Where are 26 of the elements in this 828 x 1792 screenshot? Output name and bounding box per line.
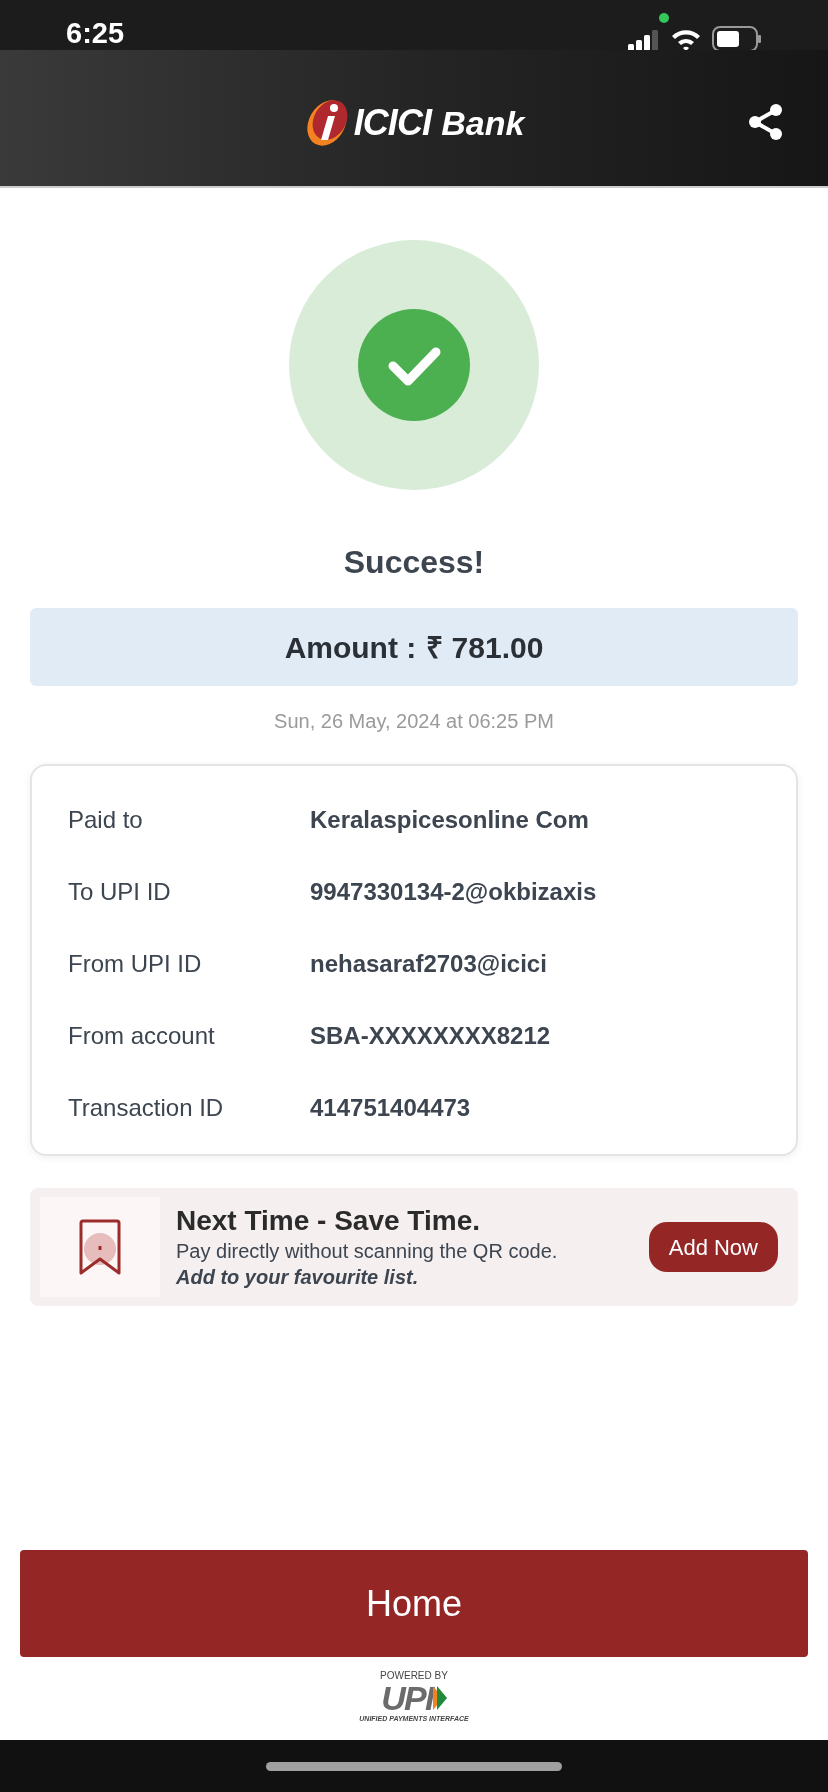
home-button[interactable]: Home (20, 1550, 808, 1657)
transaction-date: Sun, 26 May, 2024 at 06:25 PM (274, 709, 554, 734)
detail-label: To UPI ID (68, 877, 172, 907)
detail-label: From UPI ID (68, 949, 203, 979)
detail-value: 414751404473 (310, 1093, 471, 1123)
bookmark-icon (77, 1219, 123, 1275)
amount-label: Amount : (284, 629, 417, 666)
promo-note: Add to your favourite list. (176, 1265, 420, 1290)
battery-icon (712, 26, 762, 52)
bank-logo: ICICI Bank (303, 96, 525, 150)
detail-label: Transaction ID (68, 1093, 225, 1123)
amount-value: ₹ 781.00 (426, 629, 544, 666)
detail-value: Keralaspicesonline Com (310, 805, 589, 835)
success-title: Success! (343, 543, 485, 582)
upi-arrow-icon (432, 1686, 447, 1710)
detail-value: SBA-XXXXXXXX8212 (310, 1021, 551, 1051)
detail-label: Paid to (68, 805, 144, 835)
add-now-button[interactable]: Add Now (648, 1222, 778, 1272)
wifi-icon (670, 28, 702, 52)
check-circle-icon (358, 309, 470, 421)
promo-title: Next Time - Save Time. (176, 1204, 481, 1238)
detail-value: nehasaraf2703@icici (310, 949, 547, 979)
detail-value: 9947330134-2@okbizaxis (310, 877, 597, 907)
detail-label: From account (68, 1021, 216, 1051)
status-time: 6:25 (66, 19, 125, 48)
promo-text: Pay directly without scanning the QR code. (176, 1239, 559, 1264)
